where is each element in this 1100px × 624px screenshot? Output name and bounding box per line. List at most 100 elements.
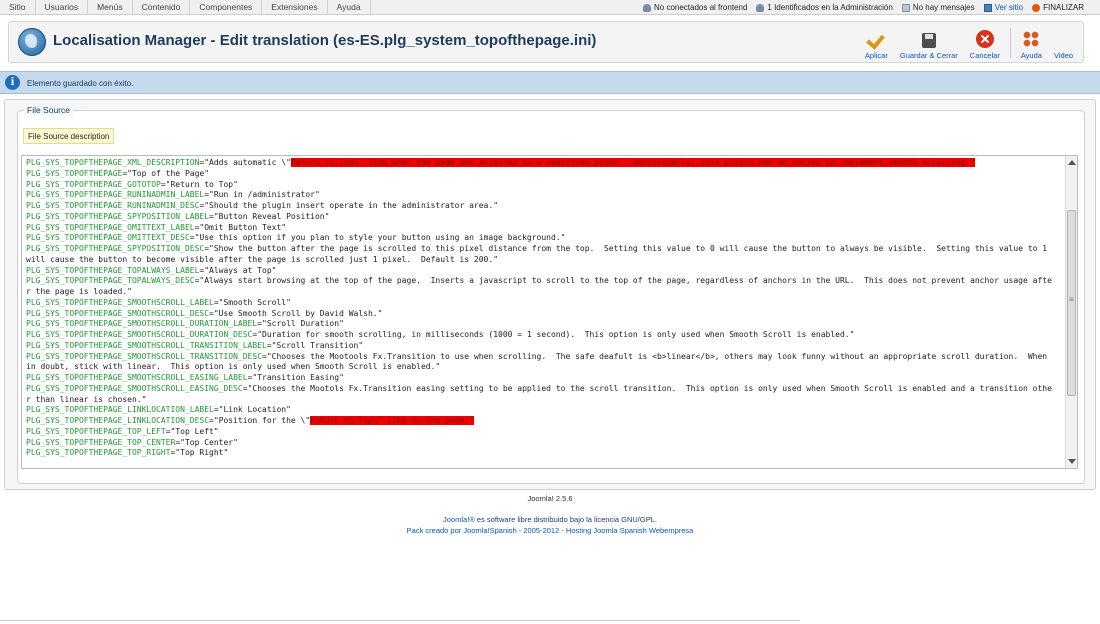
editor-scrollbar[interactable] xyxy=(1065,156,1077,468)
line-value: ="Use this option if you plan to style y… xyxy=(189,233,566,243)
help-label: Ayuda xyxy=(1020,51,1042,60)
source-line[interactable]: PLG_SYS_TOPOFTHEPAGE_OMITTEXT_DESC="Use … xyxy=(26,233,1056,244)
cancel-label: Cancelar xyxy=(969,51,1000,60)
line-key: PLG_SYS_TOPOFTHEPAGE_OMITTEXT_LABEL xyxy=(26,222,195,232)
source-line[interactable]: PLG_SYS_TOPOFTHEPAGE_LINKLOCATION_DESC="… xyxy=(26,416,1056,427)
line-value: ="Run in /administrator" xyxy=(204,190,320,200)
source-line[interactable]: PLG_SYS_TOPOFTHEPAGE_TOPALWAYS_DESC="Alw… xyxy=(26,276,1056,298)
cancel-button[interactable]: Cancelar xyxy=(966,26,1004,60)
menu-item-componentes[interactable]: Componentes xyxy=(190,0,263,15)
source-line[interactable]: PLG_SYS_TOPOFTHEPAGE_SMOOTHSCROLL_EASING… xyxy=(26,373,1056,384)
menu-item-contenido[interactable]: Contenido xyxy=(133,0,191,15)
file-source-description: File Source description xyxy=(23,128,115,144)
source-line[interactable]: PLG_SYS_TOPOFTHEPAGE_SMOOTHSCROLL_TRANSI… xyxy=(26,352,1056,374)
line-key: PLG_SYS_TOPOFTHEPAGE_SMOOTHSCROLL_LABEL xyxy=(26,297,214,307)
line-key: PLG_SYS_TOPOFTHEPAGE_SMOOTHSCROLL_DURATI… xyxy=(26,330,253,339)
source-line[interactable]: PLG_SYS_TOPOFTHEPAGE_TOPALWAYS_LABEL="Al… xyxy=(26,266,1056,277)
monitor-icon xyxy=(983,3,992,12)
source-line[interactable]: PLG_SYS_TOPOFTHEPAGE_RUNINADMIN_LABEL="R… xyxy=(26,190,1056,201)
source-line[interactable]: PLG_SYS_TOPOFTHEPAGE_XML_DESCRIPTION="Ad… xyxy=(26,158,1056,169)
toolbar: Aplicar Guardar & Cerrar Cancelar Ayuda … xyxy=(861,26,1077,60)
main-menu: Sitio Usuarios Menús Contenido Component… xyxy=(0,0,371,15)
line-value: ="Top Left" xyxy=(165,426,219,436)
source-line[interactable]: PLG_SYS_TOPOFTHEPAGE_TOP_CENTER="Top Cen… xyxy=(26,438,1056,449)
main-panel: File Source File Source description PLG_… xyxy=(4,99,1096,490)
scroll-down-icon[interactable] xyxy=(1068,459,1076,464)
status-messages[interactable]: No hay mensajes xyxy=(901,3,975,12)
menu-item-extensiones[interactable]: Extensiones xyxy=(262,0,328,15)
source-code[interactable]: PLG_SYS_TOPOFTHEPAGE_XML_DESCRIPTION="Ad… xyxy=(26,158,1056,459)
menu-item-sitio[interactable]: Sitio xyxy=(0,0,36,15)
page-title: Localisation Manager - Edit translation … xyxy=(53,32,597,49)
cancel-icon xyxy=(975,30,994,48)
line-value: ="Smooth Scroll" xyxy=(213,297,291,307)
status-area: No conectados al frontend 1 Identificado… xyxy=(643,0,1084,15)
line-value: ="Top Right" xyxy=(170,448,229,458)
line-key: PLG_SYS_TOPOFTHEPAGE_SMOOTHSCROLL_EASING… xyxy=(26,383,243,393)
source-line[interactable]: PLG_SYS_TOPOFTHEPAGE_SMOOTHSCROLL_LABEL=… xyxy=(26,298,1056,309)
line-key: PLG_SYS_TOPOFTHEPAGE_SMOOTHSCROLL_TRANSI… xyxy=(26,351,263,361)
success-message: Elemento guardado con éxito. xyxy=(27,79,134,88)
line-value: ="Duration for smooth scrolling, in mill… xyxy=(252,330,855,339)
line-key: PLG_SYS_TOPOFTHEPAGE_TOPALWAYS_LABEL xyxy=(26,265,200,275)
menu-item-usuarios[interactable]: Usuarios xyxy=(36,0,89,15)
source-line[interactable]: PLG_SYS_TOPOFTHEPAGE_SPYPOSITION_LABEL="… xyxy=(26,212,1056,223)
source-editor[interactable]: PLG_SYS_TOPOFTHEPAGE_XML_DESCRIPTION="Ad… xyxy=(21,155,1078,469)
top-menu-bar: Sitio Usuarios Menús Contenido Component… xyxy=(0,0,1100,15)
logout-link[interactable]: FINALIZAR xyxy=(1032,3,1084,12)
source-line[interactable]: PLG_SYS_TOPOFTHEPAGE_SMOOTHSCROLL_DURATI… xyxy=(26,330,1056,341)
view-site-link[interactable]: Ver sitio xyxy=(983,3,1023,12)
help-icon xyxy=(1022,30,1040,48)
save-close-label: Guardar & Cerrar xyxy=(899,51,958,60)
line-key: PLG_SYS_TOPOFTHEPAGE_TOP_CENTER xyxy=(26,437,176,447)
license-line: Joomla!® es software libre distribuido b… xyxy=(0,515,1100,524)
source-line[interactable]: PLG_SYS_TOPOFTHEPAGE_LINKLOCATION_LABEL=… xyxy=(26,405,1056,416)
footer: Joomla! 2.5.6 Joomla!® es software libre… xyxy=(0,494,1100,535)
source-line[interactable]: PLG_SYS_TOPOFTHEPAGE_RUNINADMIN_DESC="Sh… xyxy=(26,201,1056,212)
bottom-divider xyxy=(0,620,800,621)
source-line[interactable]: PLG_SYS_TOPOFTHEPAGE_SMOOTHSCROLL_DURATI… xyxy=(26,319,1056,330)
source-line[interactable]: PLG_SYS_TOPOFTHEPAGE_SMOOTHSCROLL_TRANSI… xyxy=(26,341,1056,352)
source-line[interactable]: PLG_SYS_TOPOFTHEPAGE_GOTOTOP="Return to … xyxy=(26,180,1056,191)
source-line[interactable]: PLG_SYS_TOPOFTHEPAGE_SMOOTHSCROLL_DESC="… xyxy=(26,309,1056,320)
info-icon: i xyxy=(5,75,20,90)
scroll-thumb[interactable] xyxy=(1067,210,1076,396)
line-value: ="Link Location" xyxy=(213,405,291,415)
line-value: ="Use Smooth Scroll by David Walsh." xyxy=(209,308,383,318)
line-key: PLG_SYS_TOPOFTHEPAGE_RUNINADMIN_DESC xyxy=(26,201,200,210)
source-line[interactable]: PLG_SYS_TOPOFTHEPAGE_SMOOTHSCROLL_EASING… xyxy=(26,384,1056,406)
help-button[interactable]: Ayuda xyxy=(1017,26,1046,60)
logout-label: FINALIZAR xyxy=(1043,3,1084,12)
file-source-fieldset: File Source File Source description PLG_… xyxy=(17,105,1085,484)
admin-users-icon xyxy=(756,3,765,12)
line-key: PLG_SYS_TOPOFTHEPAGE_LINKLOCATION_DESC xyxy=(26,416,210,425)
pack-credit[interactable]: Pack creado por Joomla!Spanish - 2005-20… xyxy=(0,526,1100,535)
status-admin: 1 Identificados en la Administración xyxy=(756,3,893,12)
line-value: ="Button Reveal Position" xyxy=(209,211,330,221)
status-frontend-label: No conectados al frontend xyxy=(654,3,748,12)
source-line[interactable]: PLG_SYS_TOPOFTHEPAGE_TOP_RIGHT="Top Righ… xyxy=(26,448,1056,459)
license-text: es software libre distribuido bajo la li… xyxy=(474,515,657,524)
save-close-button[interactable]: Guardar & Cerrar xyxy=(896,26,962,60)
line-key: PLG_SYS_TOPOFTHEPAGE_SPYPOSITION_DESC xyxy=(26,244,205,253)
source-line[interactable]: PLG_SYS_TOPOFTHEPAGE="Top of the Page" xyxy=(26,169,1056,180)
line-value: ="Omit Button Text" xyxy=(194,222,287,232)
users-icon xyxy=(643,3,651,12)
video-button[interactable]: Video xyxy=(1050,26,1077,60)
line-key: PLG_SYS_TOPOFTHEPAGE_RUNINADMIN_LABEL xyxy=(26,190,205,200)
line-key: PLG_SYS_TOPOFTHEPAGE_SMOOTHSCROLL_DURATI… xyxy=(26,319,258,329)
line-value: ="Scroll Duration" xyxy=(257,319,344,329)
line-key: PLG_SYS_TOPOFTHEPAGE_SMOOTHSCROLL_TRANSI… xyxy=(26,340,267,350)
source-line[interactable]: PLG_SYS_TOPOFTHEPAGE_OMITTEXT_LABEL="Omi… xyxy=(26,223,1056,234)
line-error-highlight: Return to Top\" link on the page." xyxy=(310,416,474,425)
source-line[interactable]: PLG_SYS_TOPOFTHEPAGE_TOP_LEFT="Top Left" xyxy=(26,427,1056,438)
menu-item-menus[interactable]: Menús xyxy=(88,0,133,15)
line-key: PLG_SYS_TOPOFTHEPAGE_TOP_LEFT xyxy=(26,426,166,436)
status-admin-label: 1 Identificados en la Administración xyxy=(767,3,893,12)
source-line[interactable]: PLG_SYS_TOPOFTHEPAGE_SPYPOSITION_DESC="S… xyxy=(26,244,1056,266)
status-frontend: No conectados al frontend xyxy=(643,3,747,12)
scroll-up-icon[interactable] xyxy=(1068,160,1076,165)
menu-item-ayuda[interactable]: Ayuda xyxy=(328,0,371,15)
apply-button[interactable]: Aplicar xyxy=(861,26,892,60)
joomla-link[interactable]: Joomla!® xyxy=(443,515,475,524)
